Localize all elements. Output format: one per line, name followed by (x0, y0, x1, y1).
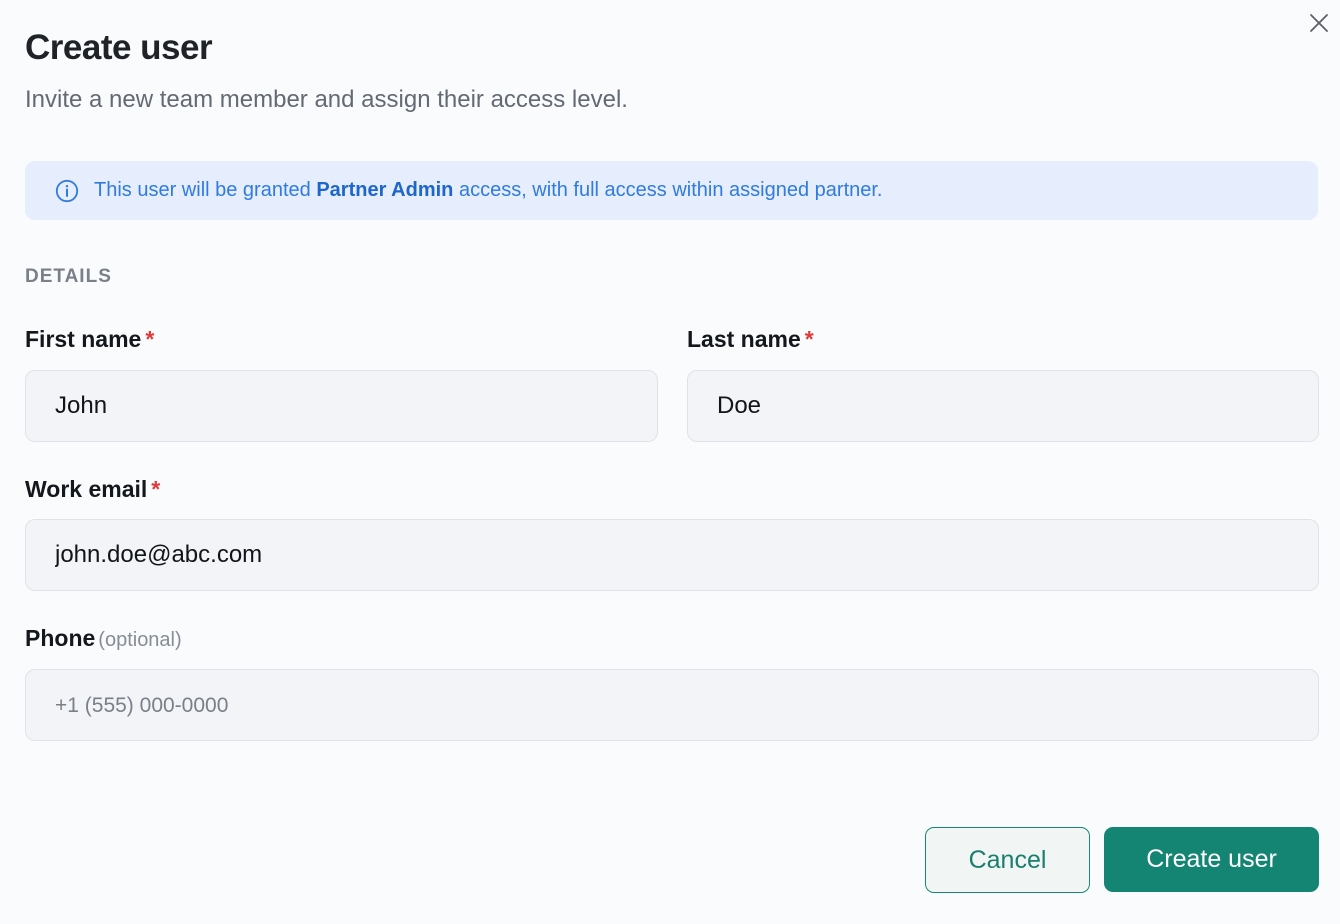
info-text-before: This user will be granted (94, 179, 317, 201)
work-email-label: Work email * (25, 476, 160, 503)
phone-input[interactable] (25, 669, 1319, 741)
create-user-dialog: Create user Invite a new team member and… (0, 0, 1340, 924)
phone-label-text: Phone (25, 625, 96, 651)
last-name-input[interactable] (687, 370, 1319, 442)
info-role-name: Partner Admin (316, 179, 454, 201)
dialog-title: Create user (25, 28, 213, 67)
dialog-subtitle: Invite a new team member and assign thei… (25, 86, 628, 113)
required-mark: * (145, 326, 155, 352)
info-icon (55, 179, 79, 203)
first-name-label-text: First name (25, 326, 142, 352)
optional-hint: (optional) (98, 629, 182, 651)
close-button[interactable] (1306, 10, 1332, 36)
info-banner-text: This user will be granted Partner Admin … (94, 179, 882, 202)
info-text-after: access, with full access within assigned… (453, 179, 883, 201)
required-mark: * (151, 476, 161, 502)
work-email-label-text: Work email (25, 476, 148, 502)
last-name-label: Last name * (687, 326, 814, 353)
last-name-label-text: Last name (687, 326, 801, 352)
phone-label: Phone (optional) (25, 625, 182, 652)
first-name-label: First name * (25, 326, 154, 353)
info-banner: This user will be granted Partner Admin … (25, 161, 1318, 220)
cancel-button[interactable]: Cancel (925, 827, 1090, 893)
create-user-button[interactable]: Create user (1104, 827, 1319, 892)
required-mark: * (804, 326, 814, 352)
first-name-input[interactable] (25, 370, 658, 442)
close-icon (1310, 14, 1328, 32)
details-section-label: DETAILS (25, 266, 112, 287)
work-email-input[interactable] (25, 519, 1319, 591)
